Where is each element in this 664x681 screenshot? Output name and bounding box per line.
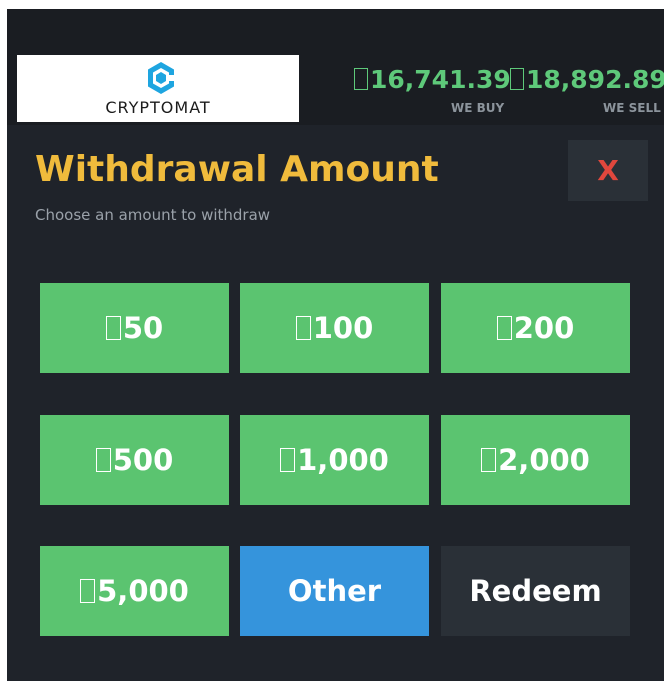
atm-screen: CRYPTOMAT 16,741.39 WE BUY 18,892.89 WE …	[7, 9, 664, 681]
logo-text: CRYPTOMAT	[105, 98, 211, 117]
amount-label: 500	[112, 443, 174, 477]
page-title: Withdrawal Amount	[35, 149, 439, 190]
currency-glyph-icon	[105, 316, 121, 340]
amount-button-500[interactable]: 500	[40, 415, 229, 505]
currency-glyph-icon	[354, 68, 368, 90]
page-subtitle: Choose an amount to withdraw	[35, 206, 271, 224]
currency-glyph-icon	[95, 448, 111, 472]
amount-button-100[interactable]: 100	[240, 283, 429, 373]
amount-label: 1,000	[297, 443, 389, 477]
amount-label: 2,000	[498, 443, 590, 477]
currency-glyph-icon	[496, 316, 512, 340]
currency-glyph-icon	[481, 448, 497, 472]
amount-button-1000[interactable]: 1,000	[240, 415, 429, 505]
sell-price-value: 18,892.89	[526, 65, 664, 94]
cryptomat-c-icon	[148, 62, 174, 94]
buy-price-value: 16,741.39	[370, 65, 511, 94]
amount-label: 5,000	[97, 574, 189, 608]
amount-button-50[interactable]: 50	[40, 283, 229, 373]
amount-label: 50	[122, 311, 164, 345]
sell-price-label: WE SELL	[603, 101, 661, 115]
other-amount-button[interactable]: Other	[240, 546, 429, 636]
currency-glyph-icon	[80, 579, 96, 603]
amount-label: 100	[312, 311, 374, 345]
header-bar: CRYPTOMAT 16,741.39 WE BUY 18,892.89 WE …	[7, 9, 664, 125]
currency-glyph-icon	[295, 316, 311, 340]
currency-glyph-icon	[280, 448, 296, 472]
close-button[interactable]: X	[568, 140, 648, 201]
amount-label: 200	[513, 311, 575, 345]
sell-price: 18,892.89	[510, 65, 664, 94]
amount-button-200[interactable]: 200	[441, 283, 630, 373]
amount-button-2000[interactable]: 2,000	[441, 415, 630, 505]
brand-logo: CRYPTOMAT	[17, 55, 299, 122]
withdrawal-panel: Withdrawal Amount Choose an amount to wi…	[7, 125, 664, 681]
buy-price-label: WE BUY	[451, 101, 505, 115]
currency-glyph-icon	[510, 68, 524, 90]
amount-button-5000[interactable]: 5,000	[40, 546, 229, 636]
buy-price: 16,741.39	[354, 65, 511, 94]
redeem-button[interactable]: Redeem	[441, 546, 630, 636]
